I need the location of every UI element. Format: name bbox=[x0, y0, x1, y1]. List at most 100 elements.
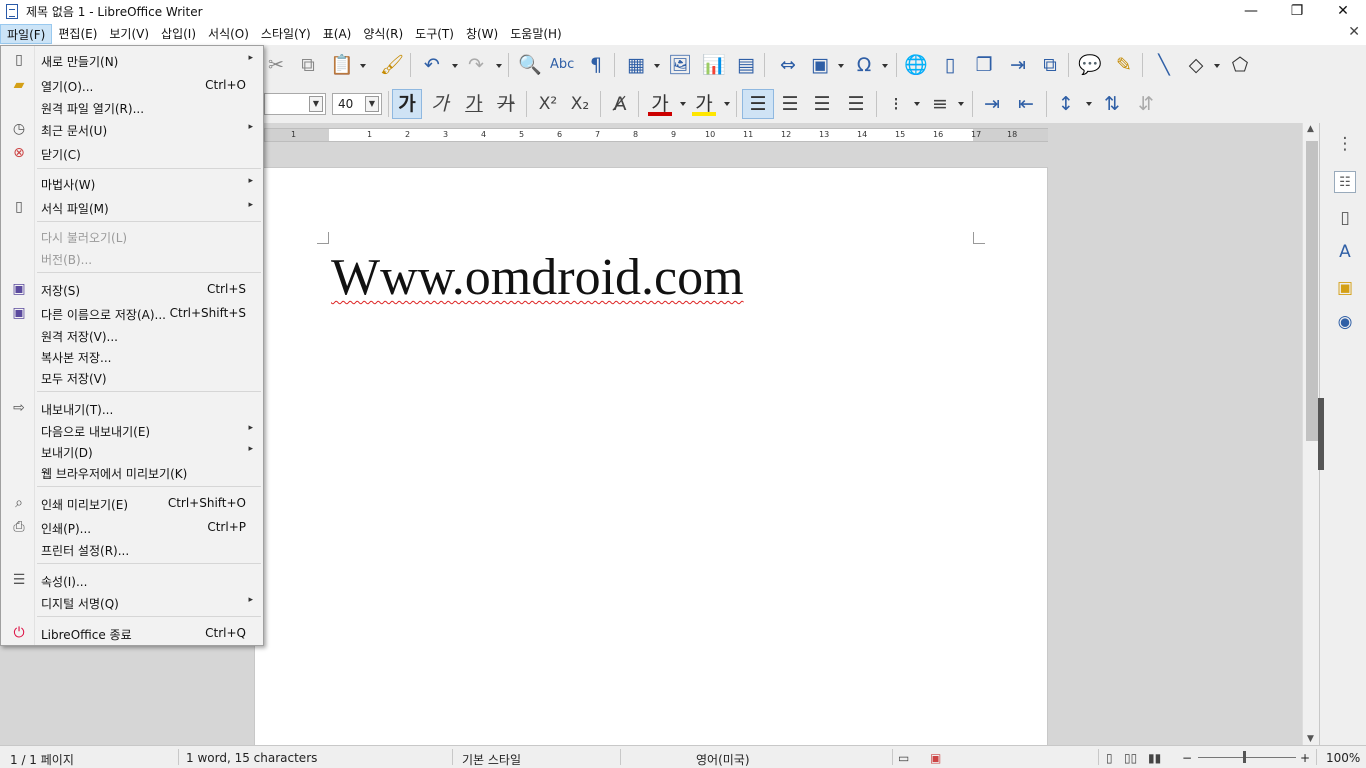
font-name-combobox[interactable]: ▼ bbox=[264, 93, 326, 115]
menu-item-open-remote[interactable]: 원격 파일 열기(R)... bbox=[1, 97, 263, 118]
menu-item-print[interactable]: ⎙ 인쇄(P)... Ctrl+P bbox=[1, 517, 263, 538]
footnote-icon[interactable]: ▯ bbox=[938, 53, 962, 77]
close-document-button[interactable]: ✕ bbox=[1348, 24, 1360, 40]
menu-item-save[interactable]: ▣ 저장(S) Ctrl+S bbox=[1, 279, 263, 300]
menu-item-close[interactable]: ⊗ 닫기(C) bbox=[1, 143, 263, 164]
align-center-button[interactable]: ☰ bbox=[778, 92, 802, 116]
menu-form[interactable]: 양식(R) bbox=[357, 24, 409, 44]
shapes-dropdown-icon[interactable] bbox=[1214, 64, 1220, 68]
scroll-down-icon[interactable]: ▼ bbox=[1307, 734, 1314, 744]
menu-item-send[interactable]: 보내기(D) ▸ bbox=[1, 441, 263, 462]
vertical-scrollbar[interactable]: ▲ ▼ bbox=[1302, 123, 1319, 745]
align-right-button[interactable]: ☰ bbox=[810, 92, 834, 116]
line-spacing-icon[interactable]: ↕ bbox=[1054, 92, 1078, 116]
minimize-button[interactable]: — bbox=[1228, 0, 1274, 23]
menu-table[interactable]: 표(A) bbox=[317, 24, 358, 44]
page-count[interactable]: 1 / 1 페이지 bbox=[10, 751, 74, 768]
menu-item-new[interactable]: ▯ 새로 만들기(N) ▸ bbox=[1, 50, 263, 71]
font-color-dropdown-icon[interactable] bbox=[680, 102, 686, 106]
properties-deck-icon[interactable]: ☷ bbox=[1334, 171, 1356, 193]
menu-styles[interactable]: 스타일(Y) bbox=[255, 24, 317, 44]
cut-icon[interactable]: ✂ bbox=[264, 53, 288, 77]
menu-item-printer-settings[interactable]: 프린터 설정(R)... bbox=[1, 539, 263, 560]
increase-paragraph-spacing-icon[interactable]: ⇅ bbox=[1100, 92, 1124, 116]
clear-formatting-icon[interactable]: A̸ bbox=[608, 92, 632, 116]
cross-reference-icon[interactable]: ⧉ bbox=[1038, 53, 1062, 77]
insert-textbox-icon[interactable]: ▤ bbox=[734, 53, 758, 77]
maximize-button[interactable]: ❐ bbox=[1274, 0, 1320, 23]
clone-formatting-icon[interactable]: 🖌 bbox=[380, 53, 404, 77]
highlight-dropdown-icon[interactable] bbox=[724, 102, 730, 106]
menu-item-save-remote[interactable]: 원격 저장(V)... bbox=[1, 325, 263, 346]
menu-edit[interactable]: 편집(E) bbox=[52, 24, 103, 44]
strikethrough-button[interactable]: 가 bbox=[494, 92, 518, 116]
redo-dropdown-icon[interactable] bbox=[496, 64, 502, 68]
document-page[interactable]: Www.omdroid.com bbox=[254, 167, 1048, 757]
numbered-dropdown-icon[interactable] bbox=[958, 102, 964, 106]
align-left-button[interactable]: ☰ bbox=[742, 89, 774, 119]
menu-insert[interactable]: 삽입(I) bbox=[155, 24, 202, 44]
menu-item-wizards[interactable]: 마법사(W) ▸ bbox=[1, 173, 263, 194]
find-replace-icon[interactable]: 🔍 bbox=[518, 53, 542, 77]
menu-help[interactable]: 도움말(H) bbox=[504, 24, 568, 44]
insert-image-icon[interactable]: 🖼 bbox=[668, 53, 692, 77]
menu-view[interactable]: 보기(V) bbox=[103, 24, 155, 44]
italic-button[interactable]: 가 bbox=[428, 92, 452, 116]
zoom-slider-handle[interactable] bbox=[1243, 751, 1246, 763]
document-text[interactable]: Www.omdroid.com bbox=[331, 248, 744, 307]
styles-deck-icon[interactable]: A bbox=[1334, 241, 1356, 263]
table-dropdown-icon[interactable] bbox=[654, 64, 660, 68]
insert-field-icon[interactable]: ▣ bbox=[808, 53, 832, 77]
hyperlink-icon[interactable]: 🌐 bbox=[904, 53, 928, 77]
numbered-list-icon[interactable]: ≡ bbox=[928, 92, 952, 116]
copy-icon[interactable]: ⧉ bbox=[296, 53, 320, 77]
word-count[interactable]: 1 word, 15 characters bbox=[186, 751, 317, 765]
formatting-marks-icon[interactable]: ¶ bbox=[584, 53, 608, 77]
special-character-icon[interactable]: Ω bbox=[852, 53, 876, 77]
decrease-indent-icon[interactable]: ⇤ bbox=[1014, 92, 1038, 116]
menu-item-exit[interactable]: ⏻ LibreOffice 종료 Ctrl+Q bbox=[1, 623, 263, 644]
font-size-combobox[interactable]: 40 ▼ bbox=[332, 93, 382, 115]
text-language[interactable]: 영어(미국) bbox=[696, 751, 750, 768]
menu-item-save-copy[interactable]: 복사본 저장... bbox=[1, 346, 263, 367]
menu-item-digital-signatures[interactable]: 디지털 서명(Q) ▸ bbox=[1, 592, 263, 613]
more-options-icon[interactable]: ⋮ bbox=[1334, 133, 1356, 155]
zoom-in-button[interactable]: + bbox=[1300, 751, 1310, 765]
single-page-view-icon[interactable]: ▯ bbox=[1106, 751, 1113, 765]
zoom-out-button[interactable]: − bbox=[1182, 751, 1192, 765]
underline-button[interactable]: 가 bbox=[462, 92, 486, 116]
horizontal-ruler[interactable]: 1 1 2 3 4 5 6 7 8 9 10 11 12 13 14 15 16… bbox=[264, 123, 1366, 147]
navigator-deck-icon[interactable]: ◉ bbox=[1334, 311, 1356, 333]
comment-icon[interactable]: 💬 bbox=[1078, 53, 1102, 77]
menu-item-export-as[interactable]: 다음으로 내보내기(E) ▸ bbox=[1, 420, 263, 441]
endnote-icon[interactable]: ❐ bbox=[972, 53, 996, 77]
gallery-deck-icon[interactable]: ▣ bbox=[1334, 277, 1356, 299]
scrollbar-thumb[interactable] bbox=[1306, 141, 1318, 441]
menu-tools[interactable]: 도구(T) bbox=[409, 24, 460, 44]
document-modified-icon[interactable]: ▣ bbox=[930, 751, 941, 765]
insert-mode-icon[interactable]: ▭ bbox=[898, 751, 909, 765]
bullet-list-icon[interactable]: ⁝ bbox=[884, 92, 908, 116]
bold-button[interactable]: 가 bbox=[392, 89, 422, 119]
menu-window[interactable]: 창(W) bbox=[460, 24, 504, 44]
insert-chart-icon[interactable]: 📊 bbox=[702, 53, 726, 77]
menu-item-save-all[interactable]: 모두 저장(V) bbox=[1, 367, 263, 388]
menu-format[interactable]: 서식(O) bbox=[202, 24, 255, 44]
font-color-button[interactable]: 가 bbox=[648, 92, 672, 116]
draw-functions-icon[interactable]: ⬠ bbox=[1228, 53, 1252, 77]
justify-button[interactable]: ☰ bbox=[844, 92, 868, 116]
menu-item-export[interactable]: ⇨ 내보내기(T)... bbox=[1, 398, 263, 419]
book-view-icon[interactable]: ▮▮ bbox=[1148, 751, 1161, 765]
chevron-down-icon[interactable]: ▼ bbox=[365, 96, 379, 112]
undo-dropdown-icon[interactable] bbox=[452, 64, 458, 68]
highlight-color-button[interactable]: 가 bbox=[692, 92, 716, 116]
menu-item-open[interactable]: ▰ 열기(O)... Ctrl+O bbox=[1, 75, 263, 96]
superscript-button[interactable]: X² bbox=[536, 92, 560, 116]
insert-line-icon[interactable]: ╲ bbox=[1152, 53, 1176, 77]
menu-item-save-as[interactable]: ▣ 다른 이름으로 저장(A)... Ctrl+Shift+S bbox=[1, 303, 263, 324]
subscript-button[interactable]: X₂ bbox=[568, 92, 592, 116]
sidebar-grip[interactable] bbox=[1318, 398, 1324, 470]
zoom-level[interactable]: 100% bbox=[1326, 751, 1360, 765]
paste-dropdown-icon[interactable] bbox=[360, 64, 366, 68]
basic-shapes-icon[interactable]: ◇ bbox=[1184, 53, 1208, 77]
